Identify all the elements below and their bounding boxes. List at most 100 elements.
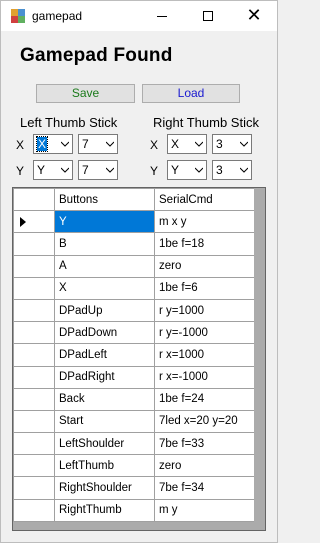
cell-button[interactable]: Back [54,387,155,411]
right-stick-label: Right Thumb Stick [153,115,259,130]
right-y-axis-select[interactable]: Y [167,160,207,180]
left-y-label: Y [16,164,25,178]
cell-button[interactable]: Start [54,409,155,434]
current-row-arrow-icon [20,217,26,228]
row-header[interactable] [13,343,55,367]
cell-serialcmd[interactable]: 1be f=18 [154,232,255,256]
table-row[interactable]: RightShoulder 7be f=34 [13,476,255,500]
minimize-icon [157,15,167,17]
table-row[interactable]: DPadUp r y=1000 [13,298,255,323]
column-header-serialcmd[interactable]: SerialCmd [154,188,255,212]
page-title: Gamepad Found [20,45,173,66]
chevron-down-icon [106,167,114,173]
row-header[interactable] [13,298,55,323]
app-window: gamepad ✕ Gamepad Found Save Load Left T… [0,0,278,543]
table-row[interactable]: B 1be f=18 [13,232,255,256]
corner-header[interactable] [13,188,55,212]
table-row[interactable]: LeftThumb zero [13,454,255,478]
cell-serialcmd[interactable]: r y=-1000 [154,321,255,345]
cell-serialcmd[interactable]: 1be f=6 [154,276,255,300]
title-bar[interactable]: gamepad ✕ [1,1,277,31]
chevron-down-icon [240,141,248,147]
left-y-axis-value: Y [37,163,46,177]
row-header[interactable] [13,454,55,478]
window-title: gamepad [32,9,83,23]
cell-button[interactable]: A [54,254,155,278]
cell-serialcmd[interactable]: 7led x=20 y=20 [154,409,255,434]
right-y-axis-value: Y [171,163,180,177]
row-header[interactable] [13,210,55,234]
table-row[interactable]: X 1be f=6 [13,276,255,300]
left-stick-label: Left Thumb Stick [20,115,118,130]
row-header[interactable] [13,232,55,256]
row-header[interactable] [13,409,55,434]
cell-serialcmd[interactable]: 7be f=33 [154,432,255,456]
row-header[interactable] [13,432,55,456]
chevron-down-icon [106,141,114,147]
button-mapping-grid[interactable]: Buttons SerialCmd Ym x y B 1be f=18 Azero X 1… [12,187,266,531]
cell-button[interactable]: LeftThumb [54,454,155,478]
cell-serialcmd[interactable]: zero [154,254,255,278]
cell-button[interactable]: DPadUp [54,298,155,323]
left-x-value-select[interactable]: 7 [78,134,118,154]
cell-button[interactable]: DPadLeft [54,343,155,367]
grid-scroll-area [254,188,265,530]
cell-button[interactable]: DPadRight [54,365,155,389]
cell-button[interactable]: LeftShoulder [54,432,155,456]
table-row[interactable]: LeftShoulder 7be f=33 [13,432,255,456]
row-header[interactable] [13,476,55,500]
gamepad-app-icon [11,9,25,23]
cell-button[interactable]: X [54,276,155,300]
cell-serialcmd[interactable]: 1be f=24 [154,387,255,411]
table-row[interactable]: Start 7led x=20 y=20 [13,409,255,434]
left-y-axis-select[interactable]: Y [33,160,73,180]
close-icon: ✕ [246,5,262,26]
chevron-down-icon [195,167,203,173]
right-y-value-select[interactable]: 3 [212,160,252,180]
right-x-axis-select[interactable]: X [167,134,207,154]
cell-serialcmd[interactable]: m y [154,498,255,522]
cell-serialcmd[interactable]: r x=-1000 [154,365,255,389]
right-x-label: X [150,138,159,152]
table-row[interactable]: Back 1be f=24 [13,387,255,411]
right-x-value: 3 [216,137,223,151]
cell-button[interactable]: Y [54,210,155,234]
left-x-label: X [16,138,25,152]
row-header[interactable] [13,321,55,345]
row-header[interactable] [13,387,55,411]
maximize-icon [203,11,213,21]
right-y-label: Y [150,164,159,178]
left-x-axis-select[interactable]: X [33,134,73,154]
cell-button[interactable]: RightShoulder [54,476,155,500]
row-header[interactable] [13,365,55,389]
table-row[interactable]: Azero [13,254,255,278]
row-header[interactable] [13,276,55,300]
cell-serialcmd[interactable]: r y=1000 [154,298,255,323]
row-header[interactable] [13,498,55,522]
cell-serialcmd[interactable]: r x=1000 [154,343,255,367]
load-button[interactable]: Load [142,84,240,103]
column-header-buttons[interactable]: Buttons [54,188,155,212]
chevron-down-icon [61,167,69,173]
save-button[interactable]: Save [36,84,135,103]
right-x-axis-value: X [171,137,180,151]
cell-serialcmd[interactable]: m x y [154,210,255,234]
table-row[interactable]: DPadLeft r x=1000 [13,343,255,367]
table-row[interactable]: RightThumb m y [13,498,255,522]
chevron-down-icon [61,141,69,147]
right-x-value-select[interactable]: 3 [212,134,252,154]
maximize-button[interactable] [185,1,231,31]
table-row[interactable]: Ym x y [13,210,255,234]
left-y-value-select[interactable]: 7 [78,160,118,180]
mapping-table: Buttons SerialCmd Ym x y B 1be f=18 Azero X 1… [13,188,255,522]
cell-serialcmd[interactable]: zero [154,454,255,478]
minimize-button[interactable] [139,1,185,31]
cell-button[interactable]: RightThumb [54,498,155,522]
table-row[interactable]: DPadRight r x=-1000 [13,365,255,389]
close-button[interactable]: ✕ [231,1,277,31]
row-header[interactable] [13,254,55,278]
cell-button[interactable]: DPadDown [54,321,155,345]
table-row[interactable]: DPadDown r y=-1000 [13,321,255,345]
cell-button[interactable]: B [54,232,155,256]
cell-serialcmd[interactable]: 7be f=34 [154,476,255,500]
